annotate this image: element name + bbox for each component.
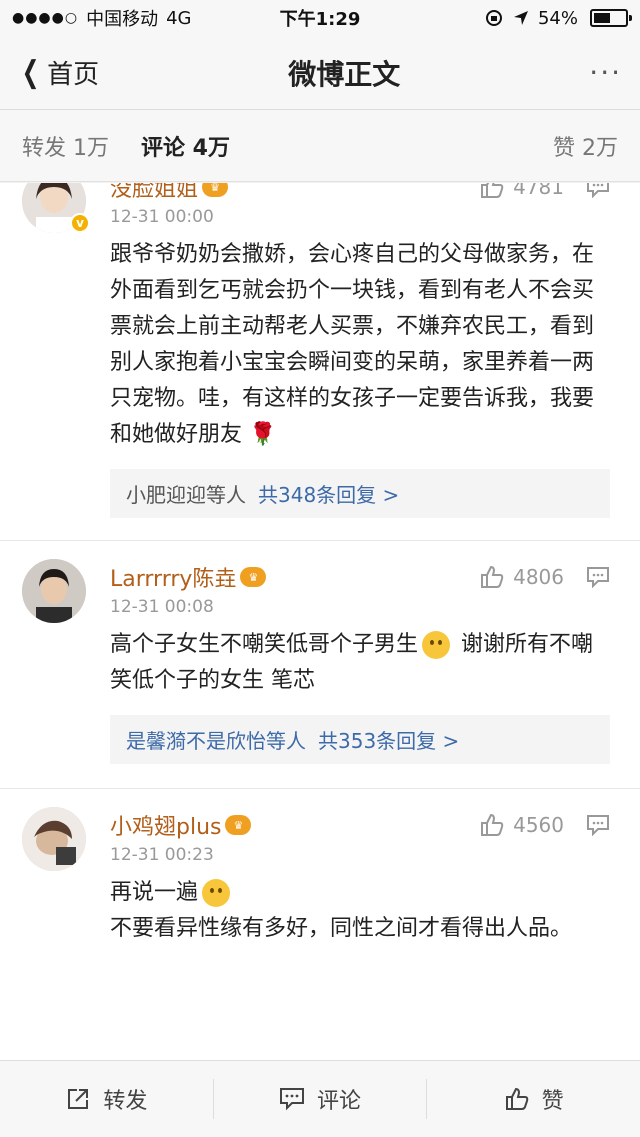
comment-bubble-icon (587, 815, 609, 836)
like-count: 4781 (513, 183, 564, 199)
comment-button[interactable]: 评论 (214, 1083, 427, 1115)
avatar[interactable] (22, 559, 86, 623)
rotation-lock-icon (484, 8, 504, 28)
comment-actions: 4560 (479, 812, 610, 838)
username[interactable]: 小鸡翅plus (110, 809, 221, 841)
comment-user[interactable]: Larrrrry陈垚 ♛ (110, 561, 267, 593)
like-button[interactable]: 4560 (479, 812, 564, 838)
comment-bubble-icon (587, 567, 609, 588)
comment-label: 评论 (317, 1089, 362, 1114)
battery-fill (594, 13, 610, 23)
comment-user[interactable]: 小鸡翅plus ♛ (110, 809, 252, 841)
repost-button[interactable]: 转发 (0, 1083, 213, 1115)
like-count: 4806 (513, 565, 564, 589)
replies-preview[interactable]: 是馨漪不是欣怡等人 共353条回复 > (110, 715, 610, 764)
location-icon (512, 9, 530, 27)
more-options-button[interactable]: ··· (589, 56, 622, 89)
comment-body: 跟爷爷奶奶会撒娇，会心疼自己的父母做家务，在外面看到乞丐就会扔个一块钱，看到有老… (110, 242, 595, 447)
tab-like[interactable]: 赞 2万 (553, 130, 618, 162)
smile-emoji-icon (422, 631, 451, 659)
username[interactable]: 没脸姐姐 (110, 183, 198, 203)
comment-item: Larrrrry陈垚 ♛ 4806 12-31 00:08 高个子女生不嘲笑低哥… (0, 541, 640, 789)
back-button[interactable]: ❮ 首页 (18, 54, 99, 91)
carrier-label: 中国移动 (86, 9, 159, 30)
like-count: 4560 (513, 813, 564, 837)
comment-text: 跟爷爷奶奶会撒娇，会心疼自己的父母做家务，在外面看到乞丐就会扔个一块钱，看到有老… (110, 237, 610, 453)
thumbs-up-icon (479, 812, 505, 838)
verified-badge-icon: v (70, 213, 90, 233)
comment-body-part1: 高个子女生不嘲笑低哥个子男生 (110, 632, 419, 657)
repost-label: 转发 (103, 1089, 148, 1114)
vip-crown-icon: ♛ (240, 567, 267, 587)
page-title: 微博正文 (288, 57, 401, 91)
signal-strength-icon: ●●●●○ (12, 10, 79, 26)
replies-count: 共353条回复 > (318, 729, 460, 753)
comment-text: 再说一遍 不要看异性缘有多好，同性之间才看得出人品。 (110, 875, 610, 947)
thumbs-up-icon (504, 1086, 530, 1112)
comment-line-1: 再说一遍 (110, 875, 610, 911)
comment-time: 12-31 00:23 (110, 845, 214, 865)
like-toolbar-button[interactable]: 赞 (427, 1083, 640, 1115)
back-label: 首页 (47, 60, 100, 90)
tab-repost[interactable]: 转发 1万 (22, 130, 109, 162)
like-button[interactable]: 4806 (479, 564, 564, 590)
rose-icon: 🌹 (249, 422, 277, 447)
comment-time: 12-31 00:08 (110, 597, 214, 617)
smile-emoji-icon (202, 879, 231, 907)
comment-body-line1: 再说一遍 (110, 880, 199, 905)
comment-header: 没脸姐姐 ♛ 4781 (110, 183, 610, 203)
replies-preview[interactable]: 小肥迎迎等人 共348条回复 > (110, 469, 610, 518)
thumbs-up-icon (479, 564, 505, 590)
status-left: ●●●●○ 中国移动 4G (12, 5, 192, 31)
battery-percent: 54% (537, 7, 578, 29)
comment-header: 小鸡翅plus ♛ 4560 (110, 809, 610, 841)
username[interactable]: Larrrrry陈垚 (110, 561, 236, 593)
replies-count: 共348条回复 > (258, 483, 400, 507)
status-bar: ●●●●○ 中国移动 4G 下午1:29 54% (0, 0, 640, 36)
vip-crown-icon: ♛ (225, 815, 252, 835)
tabs-left: 转发 1万 评论 4万 (22, 130, 230, 162)
chevron-left-icon: ❮ (21, 55, 40, 90)
comment-text: 高个子女生不嘲笑低哥个子男生 谢谢所有不嘲笑低个子的女生 笔芯 (110, 627, 610, 699)
replies-users: 是馨漪不是欣怡等人 (126, 729, 306, 753)
vip-crown-icon: ♛ (202, 183, 229, 197)
bottom-toolbar: 转发 评论 赞 (0, 1060, 640, 1137)
comment-bubble-icon (279, 1087, 305, 1111)
thumbs-up-icon (479, 183, 505, 200)
share-icon (65, 1086, 91, 1112)
reply-button[interactable] (586, 814, 610, 836)
reply-button[interactable] (586, 566, 610, 588)
reply-button[interactable] (586, 183, 610, 198)
comment-item: 小鸡翅plus ♛ 4560 12-31 00:23 再说一遍 不要看异性缘有多… (0, 789, 640, 971)
status-right: 54% (484, 7, 632, 29)
comment-actions: 4806 (479, 564, 610, 590)
like-label: 赞 (541, 1089, 564, 1114)
tab-bar: 转发 1万 评论 4万 赞 2万 (0, 110, 640, 182)
comment-actions: 4781 (479, 183, 610, 200)
comment-header: Larrrrry陈垚 ♛ 4806 (110, 561, 610, 593)
like-button[interactable]: 4781 (479, 183, 564, 200)
nav-bar: ❮ 首页 微博正文 ··· (0, 36, 640, 110)
tab-comment[interactable]: 评论 4万 (141, 130, 230, 162)
avatar[interactable] (22, 807, 86, 871)
network-label: 4G (166, 7, 192, 29)
comment-bubble-icon (587, 183, 609, 198)
comment-feed[interactable]: v 没脸姐姐 ♛ 4781 12-31 00:00 跟爷爷奶奶会撒娇，会心疼自己… (0, 183, 640, 1060)
comment-time: 12-31 00:00 (110, 207, 214, 227)
battery-icon (590, 9, 632, 27)
replies-users: 小肥迎迎等人 (126, 483, 246, 507)
comment-body-line2: 不要看异性缘有多好，同性之间才看得出人品。 (110, 916, 573, 941)
comment-item: v 没脸姐姐 ♛ 4781 12-31 00:00 跟爷爷奶奶会撒娇，会心疼自己… (0, 183, 640, 541)
comment-user[interactable]: 没脸姐姐 ♛ (110, 183, 229, 203)
